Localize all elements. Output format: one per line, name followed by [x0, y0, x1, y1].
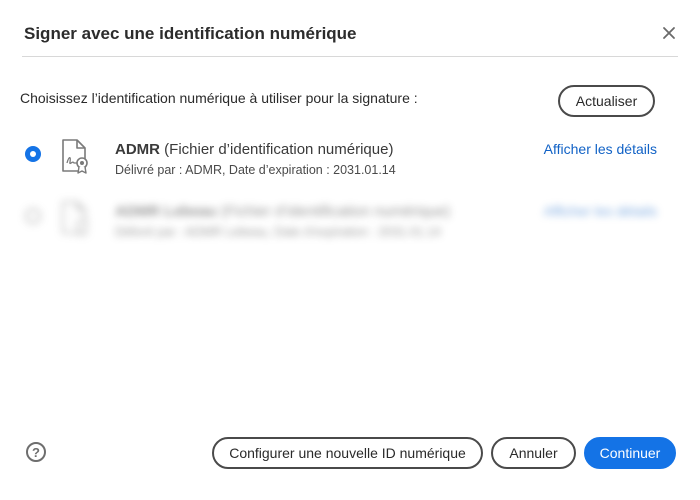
refresh-button[interactable]: Actualiser	[558, 85, 655, 117]
id-radio-selected[interactable]	[25, 146, 41, 162]
certificate-icon	[60, 200, 90, 236]
show-details-link[interactable]: Afficher les détails	[544, 141, 657, 157]
cancel-button[interactable]: Annuler	[491, 437, 576, 469]
id-type: (Fichier d’identification numérique)	[220, 203, 451, 220]
dialog-header: Signer avec une identification numérique	[22, 0, 678, 57]
id-issuer-expiry: Délivré par : ADMR, Date d’expiration : …	[115, 163, 396, 177]
help-icon[interactable]: ?	[26, 442, 46, 462]
id-row-admr[interactable]: ADMR (Fichier d’identification numérique…	[0, 134, 700, 194]
select-id-prompt: Choisissez l’identification numérique à …	[20, 90, 418, 106]
show-details-link[interactable]: Afficher les détails	[544, 203, 657, 219]
close-icon[interactable]	[658, 22, 680, 44]
dialog-title: Signer avec une identification numérique	[24, 24, 357, 43]
sign-dialog: Signer avec une identification numérique…	[0, 0, 700, 500]
id-name: ADMR	[115, 141, 160, 158]
id-name-line: ADMR (Fichier d’identification numérique…	[115, 141, 393, 158]
id-radio-unselected[interactable]	[25, 208, 41, 224]
id-row-blurred[interactable]: ADMR Lebeau (Fichier d’identification nu…	[0, 196, 700, 256]
id-name-line: ADMR Lebeau (Fichier d’identification nu…	[115, 203, 450, 220]
configure-new-id-button[interactable]: Configurer une nouvelle ID numérique	[212, 437, 483, 469]
continue-button[interactable]: Continuer	[584, 437, 676, 469]
id-issuer-expiry: Délivré par : ADMR Lebeau, Date d’expira…	[115, 225, 441, 239]
certificate-icon	[60, 138, 90, 174]
id-type: (Fichier d’identification numérique)	[164, 141, 394, 158]
id-name: ADMR Lebeau	[115, 203, 217, 220]
